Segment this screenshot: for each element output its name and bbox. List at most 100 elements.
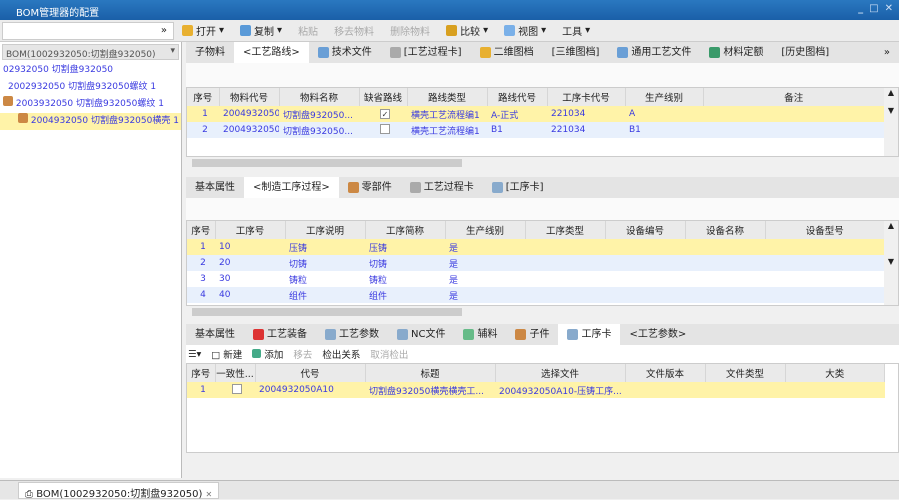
tab-operation-card[interactable]: [工序卡]: [483, 177, 553, 198]
document-tab[interactable]: ⎙ BOM(1002932050:切割盘932050) ✕: [18, 482, 220, 500]
table-row[interactable]: 1 2004932050A10 切割盘932050横壳横壳工... 200493205…: [187, 382, 885, 398]
column-header[interactable]: 路线类型: [407, 88, 488, 106]
open-button[interactable]: 打开 ▾: [174, 23, 232, 38]
column-header[interactable]: 物料代号: [219, 88, 280, 106]
column-header[interactable]: 设备编号: [605, 221, 686, 239]
checkbox[interactable]: [232, 383, 242, 394]
column-header[interactable]: 大类: [785, 364, 885, 382]
tab-process-equipment[interactable]: 工艺装备: [244, 324, 316, 345]
minimize-button[interactable]: _: [858, 3, 863, 14]
column-header[interactable]: 标题: [365, 364, 496, 382]
tab-process-route[interactable]: <工艺路线>: [234, 42, 309, 63]
column-header[interactable]: 一致性...: [215, 364, 256, 382]
cancel-check-out-button[interactable]: 取消检出: [370, 347, 408, 361]
tree-item[interactable]: 2002932050 切割盘932050螺纹 1: [0, 79, 181, 96]
table-row[interactable]: 1 10 压铸 压铸是: [187, 239, 885, 255]
open-label: 打开: [196, 27, 216, 38]
copy-button[interactable]: 复制 ▾: [232, 23, 290, 38]
column-header[interactable]: 选择文件: [495, 364, 626, 382]
tab-tech-docs[interactable]: 技术文件: [309, 42, 381, 63]
tools-button[interactable]: 工具 ▾: [554, 23, 598, 38]
tab-components[interactable]: 零部件: [339, 177, 401, 198]
column-header[interactable]: 序号: [187, 221, 216, 239]
tab-process-params-2[interactable]: <工艺参数>: [620, 324, 695, 345]
table-cell: 2004932050: [219, 106, 279, 122]
table-row[interactable]: 3 30 铸粒 铸粒 是: [187, 271, 885, 287]
check-out-relation-button[interactable]: 检出关系: [322, 347, 360, 361]
column-header[interactable]: 设备名称: [685, 221, 766, 239]
layout-menu-icon[interactable]: ☰▾: [188, 349, 201, 360]
tab-nc-files[interactable]: NC文件: [388, 324, 454, 345]
vertical-scrollbar[interactable]: ▲ ▼: [884, 88, 898, 156]
tab-process-params[interactable]: 工艺参数: [316, 324, 388, 345]
table-cell: [605, 271, 685, 287]
table-cell: [525, 271, 605, 287]
tab-basic-properties[interactable]: 基本属性: [186, 324, 244, 345]
delete-material-button[interactable]: 删除物料: [382, 23, 438, 38]
close-tab-icon[interactable]: ✕: [206, 490, 213, 499]
table-cell: A: [625, 106, 703, 122]
tab-3d-drawings[interactable]: [三维图档]: [543, 42, 609, 63]
checkbox[interactable]: ✓: [380, 108, 390, 119]
column-header[interactable]: 代号: [255, 364, 366, 382]
view-button[interactable]: 视图 ▾: [496, 23, 554, 38]
remove-material-button[interactable]: 移去物料: [326, 23, 382, 38]
column-header[interactable]: 工序号: [215, 221, 286, 239]
tab-operation-card[interactable]: 工序卡: [558, 324, 621, 345]
column-header[interactable]: 工序类型: [525, 221, 606, 239]
tab-child-material[interactable]: 子物料: [186, 42, 234, 63]
bom-dropdown[interactable]: BOM(1002932050:切割盘932050) ▾: [2, 44, 179, 60]
table-row[interactable]: 1 2004932050 切割盘932050... ✓ 横壳工艺流程编1 A-正式 2210…: [187, 106, 885, 122]
table-row[interactable]: 4 40 组件 组件是: [187, 287, 885, 303]
vertical-scrollbar[interactable]: ▲ ▼: [884, 221, 898, 305]
table-row[interactable]: 2 20 切铸 切铸是: [187, 255, 885, 271]
column-header[interactable]: 缺省路线: [359, 88, 408, 106]
horizontal-scrollbar[interactable]: [186, 306, 899, 318]
add-button[interactable]: 添加: [252, 347, 283, 361]
bom-tree-panel: BOM(1002932050:切割盘932050) ▾ 02932050 切割盘9…: [0, 42, 182, 478]
column-header[interactable]: 生产线别: [625, 88, 704, 106]
paste-button[interactable]: 粘贴: [290, 23, 326, 38]
column-header[interactable]: 文件版本: [625, 364, 706, 382]
column-header[interactable]: 工序卡代号: [547, 88, 626, 106]
tree-item[interactable]: 02932050 切割盘932050: [0, 62, 181, 79]
horizontal-scrollbar[interactable]: [186, 157, 899, 169]
tab-basic-properties[interactable]: 基本属性: [186, 177, 244, 198]
column-header[interactable]: 路线代号: [487, 88, 548, 106]
column-header[interactable]: 物料名称: [279, 88, 360, 106]
tab-material-quota[interactable]: 材料定额: [700, 42, 772, 63]
tree-item-label: 2003932050 切割盘932050螺纹 1: [15, 99, 164, 109]
column-header[interactable]: 备注: [703, 88, 885, 106]
more-tabs-button[interactable]: »: [875, 42, 899, 63]
tab-process-card[interactable]: [工艺过程卡]: [381, 42, 471, 63]
column-header[interactable]: 序号: [187, 88, 220, 106]
column-header[interactable]: 工序简称: [365, 221, 446, 239]
compare-button[interactable]: 比较 ▾: [438, 23, 496, 38]
column-header[interactable]: 生产线别: [445, 221, 526, 239]
tree-item-selected[interactable]: 2004932050 切割盘932050横壳 1: [0, 113, 181, 130]
column-header[interactable]: 工序说明: [285, 221, 366, 239]
tab-auxiliary-materials[interactable]: 辅料: [454, 324, 506, 345]
tab-general-process-docs[interactable]: 通用工艺文件: [608, 42, 700, 63]
search-input[interactable]: »: [2, 21, 174, 40]
close-button[interactable]: ✕: [885, 3, 893, 14]
tree-item[interactable]: 2003932050 切割盘932050螺纹 1: [0, 96, 181, 113]
table-cell: [765, 239, 885, 255]
tab-process-flow-card[interactable]: 工艺过程卡: [401, 177, 483, 198]
new-button[interactable]: □ 新建: [211, 347, 242, 361]
column-header[interactable]: 设备型号: [765, 221, 885, 239]
table-row[interactable]: 2 2004932050 切割盘932050... 横壳工艺流程编1 B1 221034 B…: [187, 122, 885, 138]
tab-subparts[interactable]: 子件: [506, 324, 558, 345]
maximize-button[interactable]: □: [869, 3, 878, 14]
table-cell: 是: [445, 287, 525, 303]
expand-icon[interactable]: »: [161, 25, 167, 36]
remove-button[interactable]: 移去: [293, 347, 312, 361]
material-tabs: 子物料 <工艺路线> 技术文件 [工艺过程卡] 二维图档 [三维图档] 通用工艺…: [186, 42, 899, 63]
tab-manufacturing-process[interactable]: <制造工序过程>: [244, 177, 339, 198]
column-header[interactable]: 序号: [187, 364, 216, 382]
checkbox[interactable]: [380, 123, 390, 134]
tab-history-drawings[interactable]: [历史图档]: [772, 42, 838, 63]
column-header[interactable]: 文件类型: [705, 364, 786, 382]
tab-2d-drawings[interactable]: 二维图档: [471, 42, 543, 63]
operation-card-toolbar: ☰▾ □ 新建 添加 移去 检出关系 取消检出: [186, 345, 899, 363]
